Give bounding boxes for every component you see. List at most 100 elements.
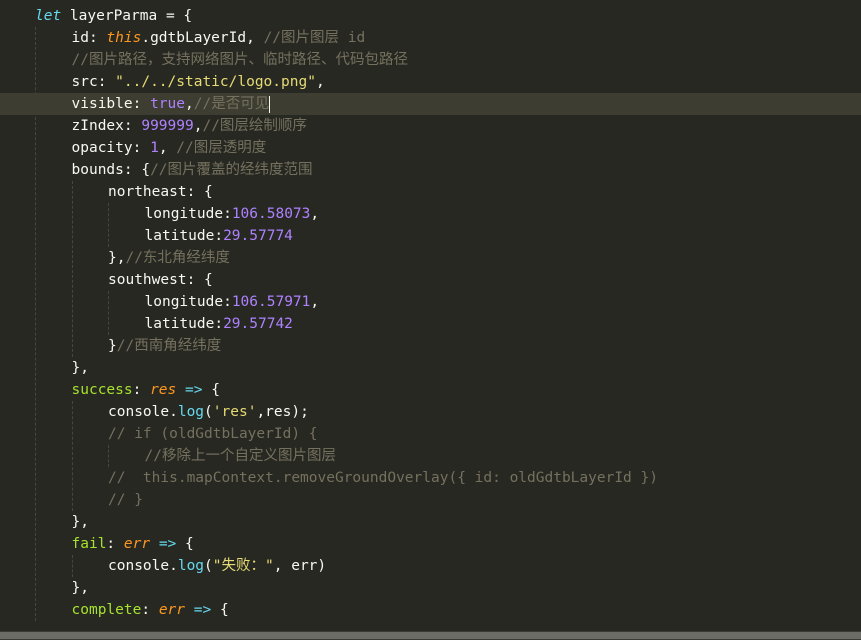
code-text: console.log('res',res);	[108, 401, 309, 423]
code-token: },	[71, 514, 89, 530]
code-line[interactable]: success: res => {	[0, 379, 861, 401]
code-token: =>	[185, 382, 203, 398]
code-line[interactable]: complete: err => {	[0, 599, 861, 621]
code-text: latitude:29.57774	[145, 225, 293, 247]
code-token: =>	[193, 602, 212, 618]
code-token: 106.58073	[231, 206, 311, 222]
code-text: northeast: {	[108, 181, 213, 203]
code-token: , err)	[273, 558, 327, 574]
code-token: this	[106, 30, 142, 46]
code-token: //图层绘制顺序	[202, 118, 307, 134]
code-line[interactable]: zIndex: 999999,//图层绘制顺序	[0, 115, 861, 137]
code-token: //西南角经纬度	[116, 338, 222, 354]
code-text: opacity: 1, //图层透明度	[72, 137, 267, 159]
code-line[interactable]: bounds: {//图片覆盖的经纬度范围	[0, 159, 861, 181]
code-text: bounds: {//图片覆盖的经纬度范围	[72, 159, 313, 181]
code-text: // if (oldGdtbLayerId) {	[108, 423, 318, 445]
code-token: 29.57774	[223, 228, 293, 244]
code-line[interactable]: longitude:106.58073,	[0, 203, 861, 225]
code-line[interactable]: // this.mapContext.removeGroundOverlay({…	[0, 467, 861, 489]
code-token: latitude:	[144, 316, 224, 332]
code-token: ,	[310, 294, 320, 310]
code-token: visible:	[71, 96, 151, 112]
code-token: opacity:	[71, 140, 151, 156]
code-token: (	[204, 558, 213, 574]
code-token: },	[71, 360, 89, 376]
code-token: layerParma = {	[61, 8, 193, 24]
code-line[interactable]: },	[0, 357, 861, 379]
code-line[interactable]: },//东北角经纬度	[0, 247, 861, 269]
code-line[interactable]: console.log('res',res);	[0, 401, 861, 423]
code-text: southwest: {	[108, 269, 213, 291]
code-token: console.	[108, 404, 178, 420]
code-token: 999999	[141, 118, 194, 134]
code-token: console.	[108, 558, 178, 574]
code-token: log	[177, 404, 205, 420]
code-editor[interactable]: let layerParma = {id: this.gdtbLayerId, …	[0, 0, 861, 640]
text-cursor	[269, 95, 271, 113]
code-text: complete: err => {	[72, 599, 229, 621]
code-token: latitude:	[144, 228, 224, 244]
code-token: (	[204, 404, 213, 420]
code-token: },	[71, 580, 89, 596]
code-token: true	[150, 96, 185, 112]
code-token: //图片路径，支持网络图片、临时路径、代码包路径	[71, 52, 408, 68]
code-token: :	[132, 382, 151, 398]
code-line[interactable]: latitude:29.57742	[0, 313, 861, 335]
code-text: id: this.gdtbLayerId, //图片图层 id	[72, 27, 366, 49]
code-token: 1	[150, 140, 159, 156]
code-token: longitude:	[144, 294, 232, 310]
code-line[interactable]: // }	[0, 489, 861, 511]
code-token: southwest: {	[108, 272, 213, 288]
code-text: visible: true,//是否可见	[72, 93, 271, 115]
code-line[interactable]: src: "../../static/logo.png",	[0, 71, 861, 93]
code-line[interactable]: let layerParma = {	[0, 5, 861, 27]
code-token: ,	[185, 96, 194, 112]
code-token: .gdtbLayerId,	[141, 30, 264, 46]
code-text: },	[72, 357, 89, 379]
code-token: {	[202, 382, 220, 398]
code-token: bounds: {	[71, 162, 151, 178]
code-line[interactable]: visible: true,//是否可见	[0, 93, 861, 115]
code-line[interactable]: //移除上一个自定义图片图层	[0, 445, 861, 467]
code-token: fail	[71, 536, 107, 552]
code-token: northeast: {	[108, 184, 213, 200]
code-text: }//西南角经纬度	[108, 335, 221, 357]
code-line[interactable]: //图片路径，支持网络图片、临时路径、代码包路径	[0, 49, 861, 71]
code-token: err	[158, 602, 186, 618]
code-token: :	[141, 602, 159, 618]
code-line[interactable]: console.log("失败：", err)	[0, 555, 861, 577]
code-text: longitude:106.57971,	[145, 291, 320, 313]
code-text: latitude:29.57742	[145, 313, 293, 335]
scrollbar-thumb[interactable]	[0, 632, 861, 639]
code-token: //图片覆盖的经纬度范围	[150, 162, 313, 178]
code-line[interactable]: id: this.gdtbLayerId, //图片图层 id	[0, 27, 861, 49]
code-token: src:	[71, 74, 116, 90]
code-line[interactable]: latitude:29.57774	[0, 225, 861, 247]
code-line[interactable]: },	[0, 511, 861, 533]
code-line[interactable]: southwest: {	[0, 269, 861, 291]
code-text: //图片路径，支持网络图片、临时路径、代码包路径	[72, 49, 408, 71]
code-line[interactable]: fail: err => {	[0, 533, 861, 555]
code-text: // this.mapContext.removeGroundOverlay({…	[108, 467, 658, 489]
code-token: err	[123, 536, 151, 552]
code-token: // this.mapContext.removeGroundOverlay({…	[108, 470, 658, 486]
code-line[interactable]: opacity: 1, //图层透明度	[0, 137, 861, 159]
code-token: // }	[108, 492, 143, 508]
code-line[interactable]: }//西南角经纬度	[0, 335, 861, 357]
code-token: longitude:	[144, 206, 232, 222]
horizontal-scrollbar[interactable]	[0, 631, 861, 640]
code-token: {	[211, 602, 229, 618]
code-line[interactable]: northeast: {	[0, 181, 861, 203]
code-token: complete	[71, 602, 142, 618]
code-token: ,	[310, 206, 320, 222]
code-text: src: "../../static/logo.png",	[72, 71, 325, 93]
code-text: console.log("失败：", err)	[108, 555, 326, 577]
code-line[interactable]: longitude:106.57971,	[0, 291, 861, 313]
code-line[interactable]: },	[0, 577, 861, 599]
code-line[interactable]: // if (oldGdtbLayerId) {	[0, 423, 861, 445]
code-text: },	[72, 577, 89, 599]
